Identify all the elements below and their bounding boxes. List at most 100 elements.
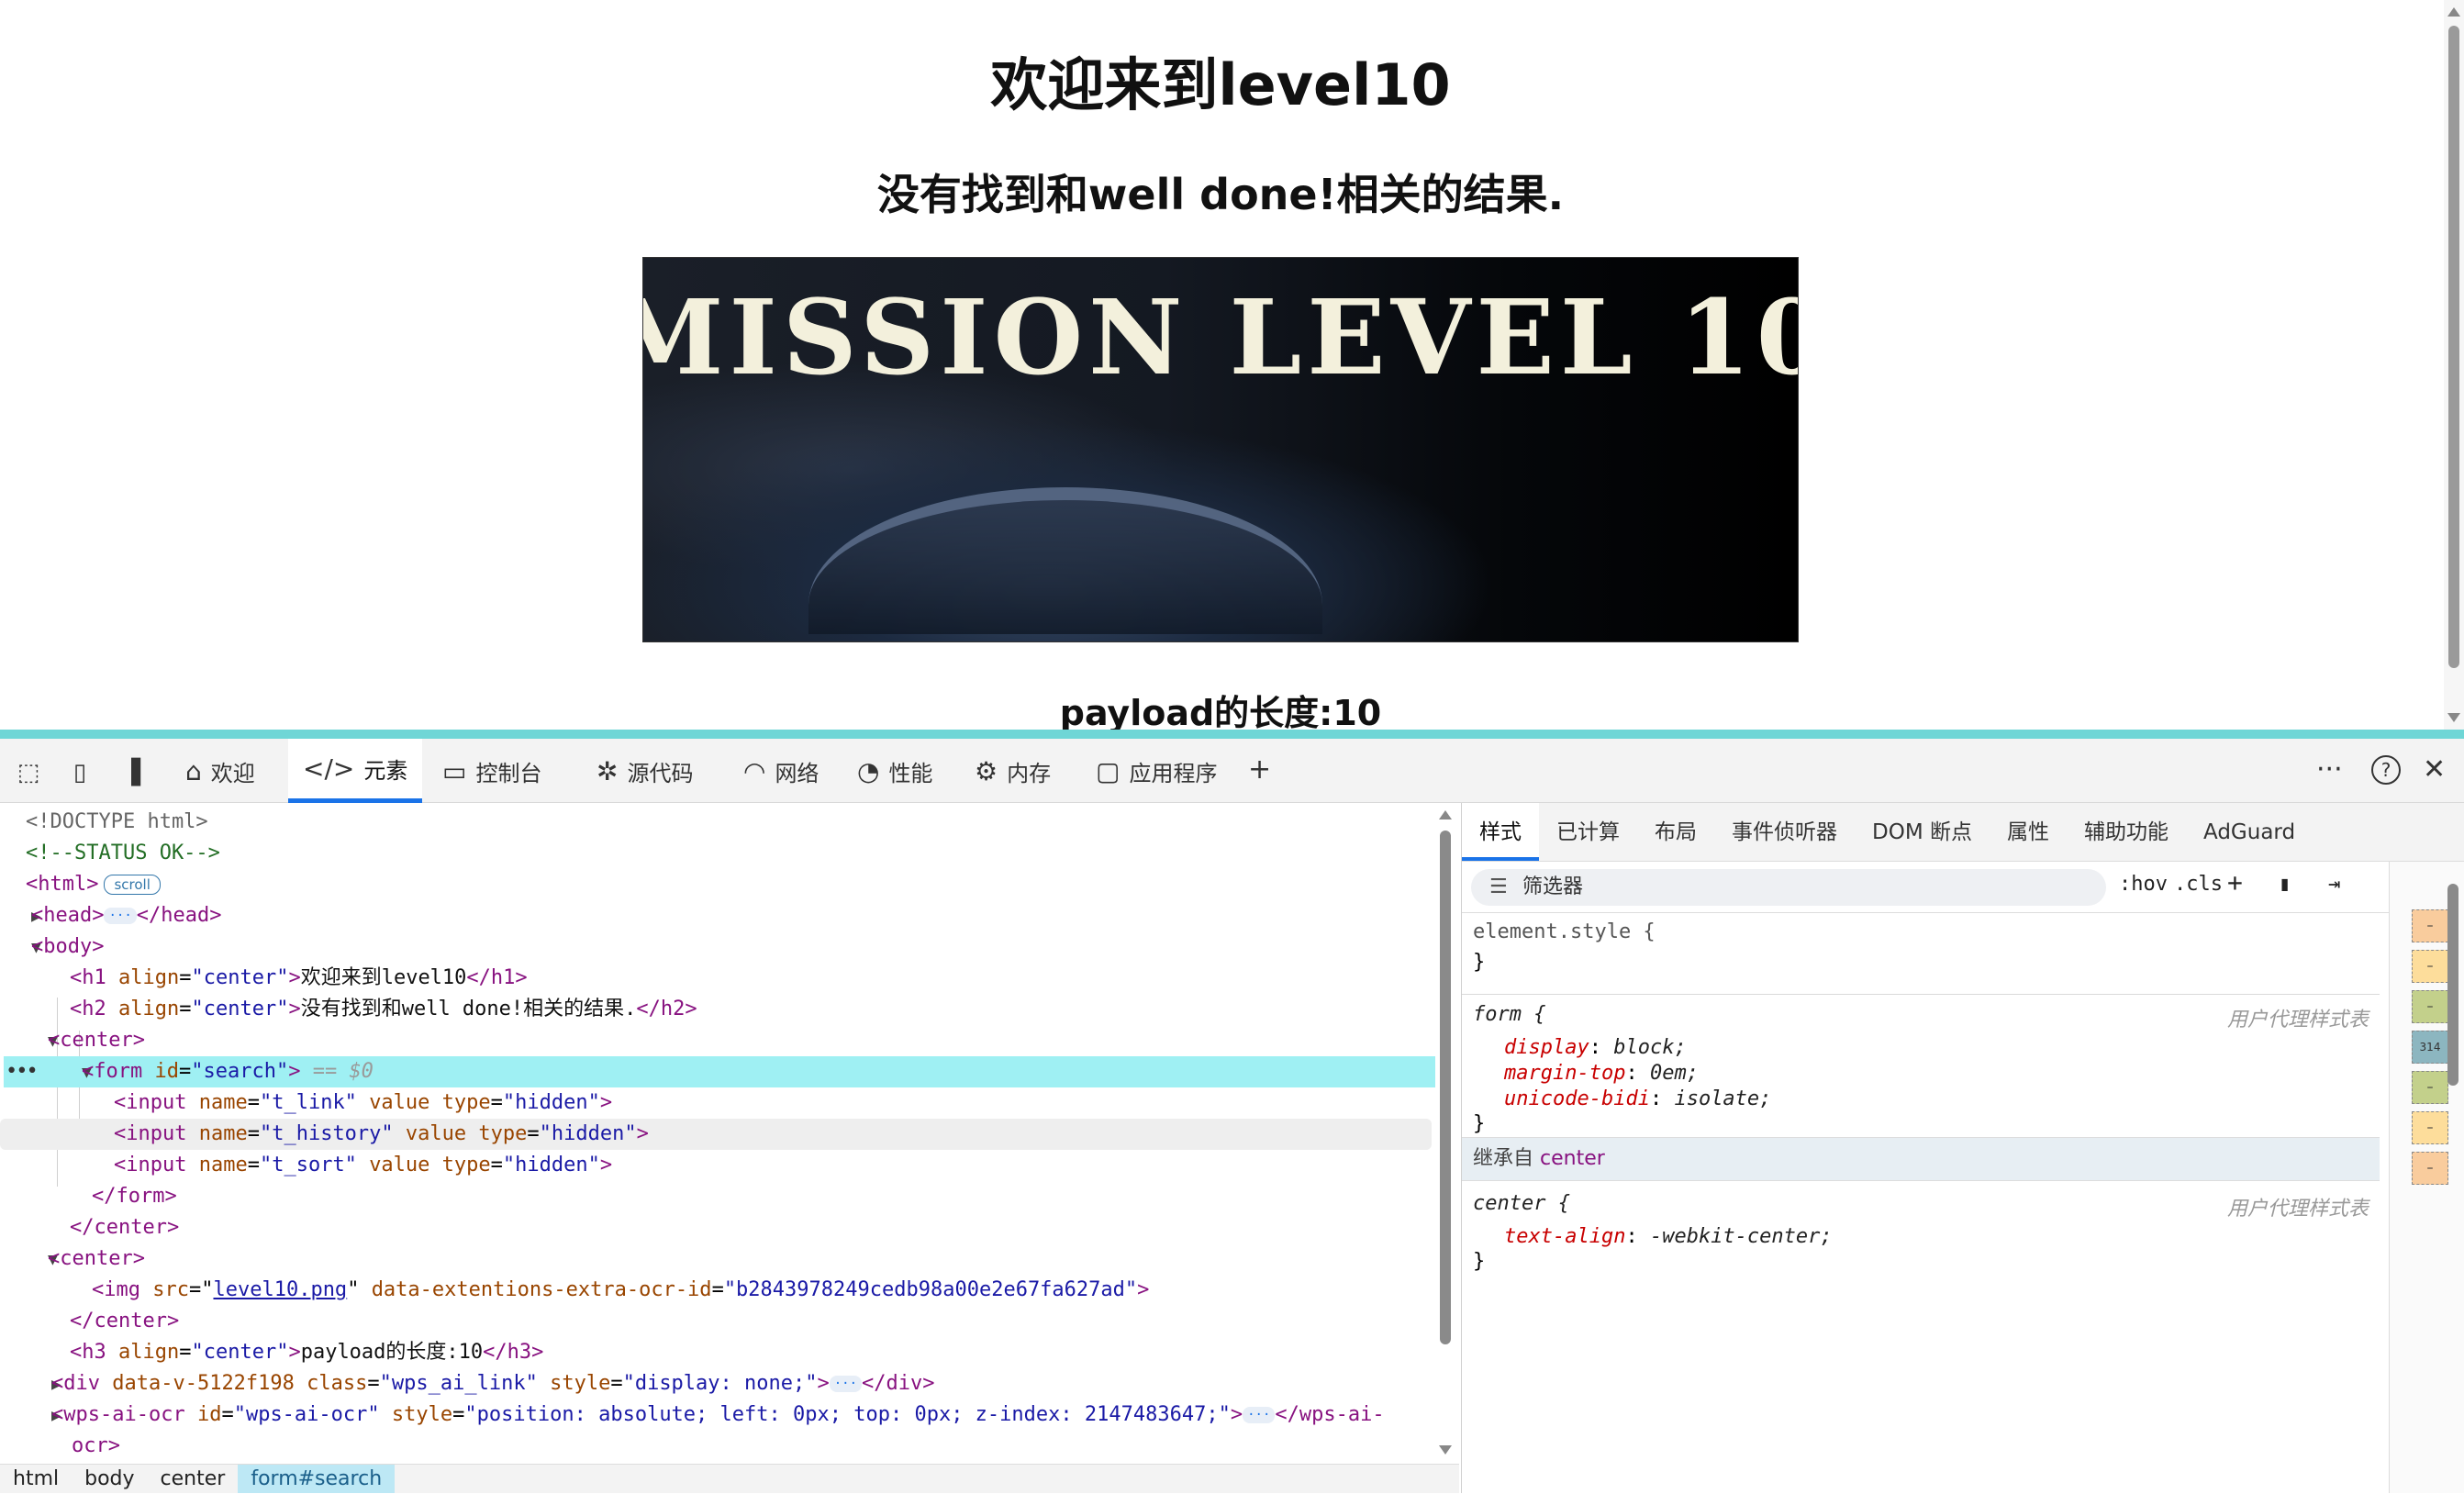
tab-memory[interactable]: ⚙ 内存	[960, 739, 1065, 803]
dom-line-input-link[interactable]: <input name="t_link" value type="hidden"…	[0, 1087, 1432, 1119]
border-box-segment[interactable]: –	[2412, 1111, 2448, 1144]
new-rule-icon[interactable]: +	[2227, 867, 2243, 898]
tab-label: 源代码	[627, 760, 694, 786]
tab-adguard[interactable]: AdGuard	[2186, 803, 2313, 861]
inherited-target-link[interactable]: center	[1540, 1147, 1605, 1170]
styles-scroll-thumb[interactable]	[2447, 884, 2458, 1086]
styles-scrollbar[interactable]	[2447, 871, 2459, 1422]
expand-triangle-icon[interactable]: ▶	[0, 901, 41, 932]
breadcrumb-item-body[interactable]: body	[72, 1465, 147, 1493]
expand-triangle-icon[interactable]: ▶	[0, 1369, 61, 1400]
elements-scrollbar[interactable]	[1432, 803, 1459, 1455]
device-emulation-icon[interactable]: ▯	[64, 759, 95, 786]
dom-line-doctype[interactable]: <!DOCTYPE html>	[0, 807, 1432, 838]
dom-line-form-selected[interactable]: ••• ▼<form id="search"> == $0	[4, 1056, 1435, 1087]
ellipsis-icon[interactable]: ···	[104, 908, 137, 924]
padding-box-segment[interactable]: –	[2412, 1071, 2448, 1104]
expand-triangle-icon[interactable]: ▶	[0, 1400, 61, 1432]
tab-sources[interactable]: ✲ 源代码	[582, 739, 708, 803]
scroll-badge[interactable]: scroll	[104, 875, 161, 895]
dom-line-comment[interactable]: <!--STATUS OK-->	[0, 838, 1432, 869]
elements-scroll-thumb[interactable]	[1440, 831, 1451, 1344]
dom-line-center-close[interactable]: </center>	[0, 1212, 1432, 1243]
breadcrumb-item-form[interactable]: form#search	[238, 1465, 396, 1493]
hover-state-toggle[interactable]: :hov	[2119, 873, 2168, 896]
dom-line-wps-ocr[interactable]: ▶<wps-ai-ocr id="wps-ai-ocr" style="posi…	[0, 1399, 1432, 1431]
page-scroll-thumb[interactable]	[2448, 26, 2459, 668]
tab-application[interactable]: ▢ 应用程序	[1081, 739, 1232, 803]
class-toggle[interactable]: .cls	[2174, 873, 2223, 896]
border-box-segment[interactable]: –	[2412, 950, 2448, 983]
dock-sidebar-icon[interactable]: ▐	[116, 759, 147, 786]
tag-open: <input	[114, 1122, 187, 1145]
css-declaration[interactable]: unicode-bidi: isolate;	[1504, 1087, 2374, 1112]
user-agent-label: 用户代理样式表	[2226, 1198, 2369, 1221]
breadcrumb-item-html[interactable]: html	[0, 1465, 72, 1493]
ellipsis-icon[interactable]: ···	[1243, 1407, 1276, 1423]
tab-welcome[interactable]: ⌂ 欢迎	[171, 739, 270, 803]
dom-line-wps-ocr-cont[interactable]: ocr>	[0, 1431, 1432, 1453]
banner-title-text: MISSION LEVEL 10	[643, 278, 1799, 398]
tab-computed[interactable]: 已计算	[1539, 803, 1637, 861]
inspect-element-icon[interactable]: ⬚	[13, 759, 44, 786]
css-declaration[interactable]: text-align: -webkit-center;	[1504, 1224, 2374, 1250]
padding-box-segment[interactable]: –	[2412, 990, 2448, 1023]
more-options-icon[interactable]: ···	[2316, 753, 2343, 786]
attr-name: type	[441, 1154, 491, 1176]
scroll-down-arrow-icon[interactable]	[1439, 1445, 1452, 1455]
paint-brush-icon[interactable]: ▮	[2279, 873, 2291, 896]
collapse-triangle-icon[interactable]: ▼	[0, 1244, 58, 1276]
dom-line-body[interactable]: ▼<body>	[0, 931, 1432, 963]
scroll-up-arrow-icon[interactable]	[2447, 7, 2460, 17]
breadcrumb-item-center[interactable]: center	[148, 1465, 239, 1493]
tab-properties[interactable]: 属性	[1990, 803, 2067, 861]
dom-line-center[interactable]: ▼<center>	[0, 1025, 1432, 1056]
tab-styles[interactable]: 样式	[1462, 803, 1539, 861]
tag-close: </h2>	[636, 998, 697, 1020]
tab-console[interactable]: ▭ 控制台	[428, 739, 556, 803]
tab-event-listeners[interactable]: 事件侦听器	[1714, 803, 1855, 861]
img-src-link[interactable]: level10.png	[213, 1278, 347, 1301]
css-declaration[interactable]: display: block;	[1504, 1035, 2374, 1061]
help-icon[interactable]: ?	[2371, 755, 2401, 785]
tab-accessibility[interactable]: 辅助功能	[2067, 803, 2186, 861]
dom-line-wps-div[interactable]: ▶<div data-v-5122f198 class="wps_ai_link…	[0, 1368, 1432, 1399]
collapse-triangle-icon[interactable]: ▼	[0, 1026, 58, 1057]
rule-element-style[interactable]: element.style { }	[1473, 920, 2391, 974]
content-box-value[interactable]: 314	[2412, 1031, 2448, 1064]
dom-line-img[interactable]: <img src="level10.png" data-extentions-e…	[0, 1275, 1432, 1306]
collapse-triangle-icon[interactable]: ▼	[49, 1057, 92, 1088]
scroll-up-arrow-icon[interactable]	[1439, 810, 1452, 819]
dom-line-form-close[interactable]: </form>	[0, 1181, 1432, 1212]
attr-value: "hidden"	[502, 1154, 600, 1176]
add-tab-icon[interactable]: +	[1248, 753, 1271, 786]
dom-line-h2[interactable]: <h2 align="center">没有找到和well done!相关的结果.…	[0, 994, 1432, 1025]
dom-line-input-sort[interactable]: <input name="t_sort" value type="hidden"…	[0, 1150, 1432, 1181]
rule-center[interactable]: center { 用户代理样式表 text-align: -webkit-cen…	[1473, 1192, 2374, 1273]
row-actions-icon[interactable]: •••	[4, 1060, 39, 1083]
page-scrollbar[interactable]	[2444, 0, 2464, 730]
dom-line-h1[interactable]: <h1 align="center">欢迎来到level10</h1>	[0, 963, 1432, 994]
styles-filter-input[interactable]: ☰ 筛选器	[1471, 869, 2106, 906]
tab-performance[interactable]: ◔ 性能	[842, 739, 947, 803]
css-declaration[interactable]: margin-top: 0em;	[1504, 1061, 2374, 1087]
dom-line-head[interactable]: ▶<head> ··· </head>	[0, 900, 1432, 931]
close-devtools-icon[interactable]: ✕	[2423, 753, 2446, 786]
tab-elements[interactable]: </> 元素	[288, 739, 423, 803]
scroll-down-arrow-icon[interactable]	[2447, 713, 2460, 722]
dom-line-input-history[interactable]: <input name="t_history" value type="hidd…	[0, 1119, 1432, 1150]
ellipsis-icon[interactable]: ···	[829, 1376, 863, 1392]
dom-line-center-close-2[interactable]: </center>	[0, 1306, 1432, 1337]
toggle-sidebar-icon[interactable]: ⇥	[2328, 873, 2340, 896]
rule-form[interactable]: form { 用户代理样式表 display: block; margin-to…	[1473, 1003, 2374, 1135]
margin-box-segment[interactable]: –	[2412, 909, 2448, 942]
dom-line-center-2[interactable]: ▼<center>	[0, 1243, 1432, 1275]
tab-network[interactable]: ◠ 网络	[729, 739, 833, 803]
collapse-triangle-icon[interactable]: ▼	[0, 932, 41, 964]
tab-dom-breakpoints[interactable]: DOM 断点	[1855, 803, 1990, 861]
margin-box-segment[interactable]: –	[2412, 1152, 2448, 1185]
dom-line-html[interactable]: <html> scroll	[0, 869, 1432, 900]
tab-label: 控制台	[475, 760, 542, 786]
dom-line-h3[interactable]: <h3 align="center">payload的长度:10</h3>	[0, 1337, 1432, 1368]
tab-layout[interactable]: 布局	[1637, 803, 1714, 861]
